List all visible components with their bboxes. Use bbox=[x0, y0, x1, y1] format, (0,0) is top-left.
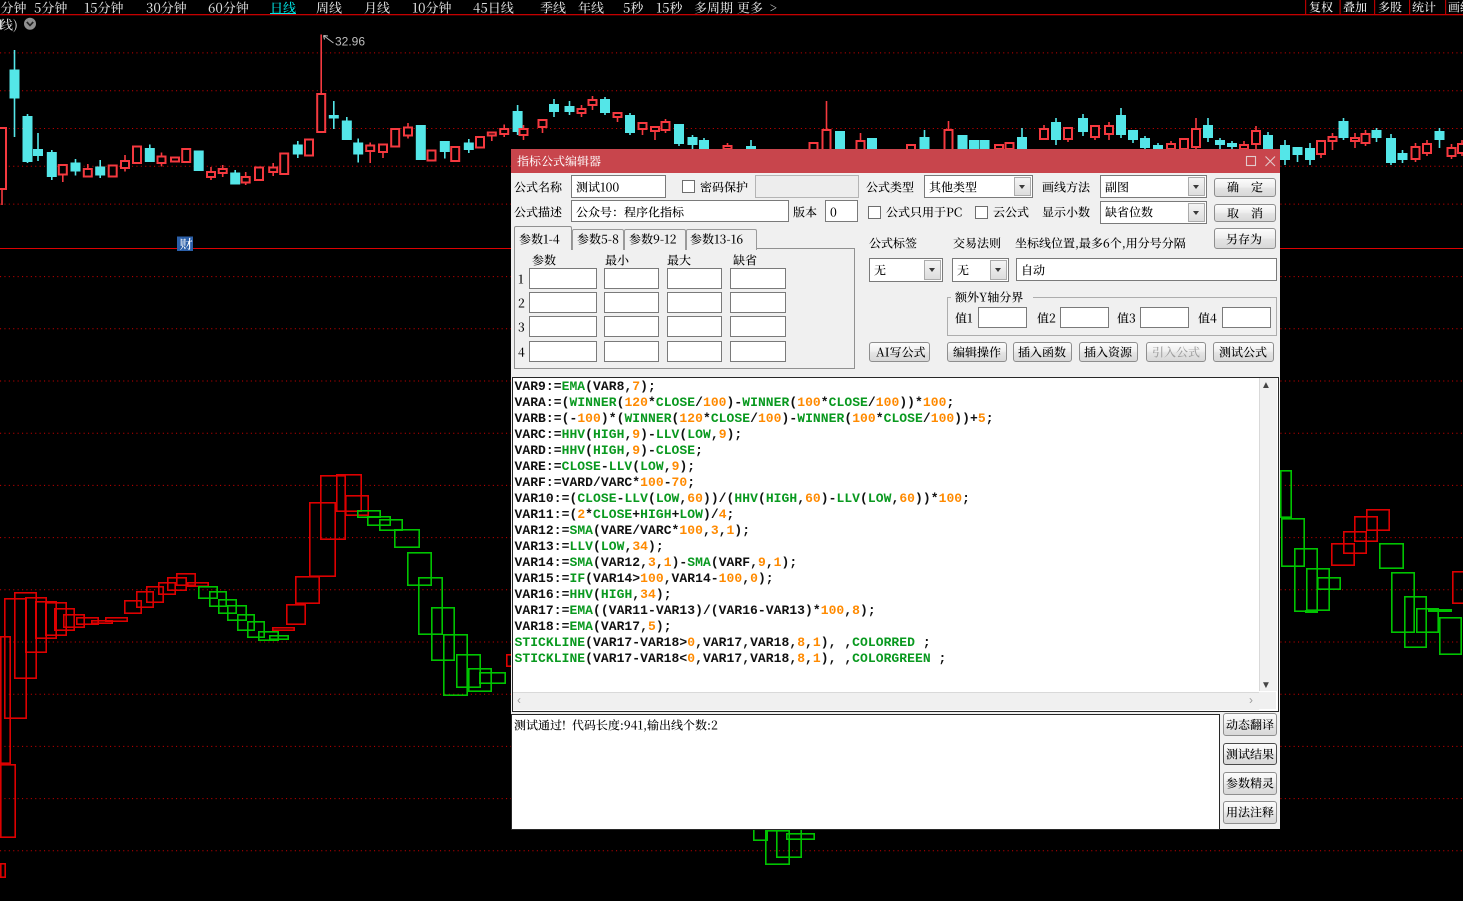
svg-text:32.96: 32.96 bbox=[335, 35, 365, 49]
